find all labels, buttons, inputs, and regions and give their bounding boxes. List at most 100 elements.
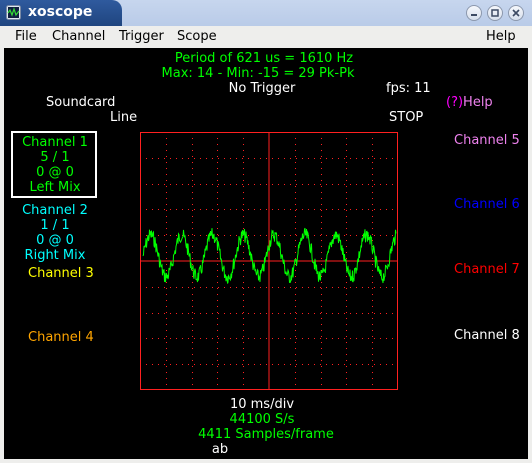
scope-display[interactable]: Period of 621 us = 1610 Hz Max: 14 - Min… [4,48,528,459]
grid-dot [194,158,195,159]
grid-dot [321,204,322,205]
menu-channel[interactable]: Channel [52,29,105,44]
run-state-button[interactable]: STOP [389,110,423,125]
grid-dot [224,235,225,236]
channel-5-label[interactable]: Channel 5 [454,133,520,148]
grid-dot [217,138,218,139]
grid-dot [152,338,153,339]
grid-dot [321,228,322,229]
input-mode[interactable]: Line [110,110,137,125]
menu-trigger[interactable]: Trigger [119,29,164,44]
grid-dot [170,287,171,288]
grid-dot [386,364,387,365]
grid-dot [321,168,322,169]
help-link[interactable]: (?)Help [446,95,493,110]
channel-7-label[interactable]: Channel 7 [454,262,520,277]
grid-dot [380,184,381,185]
grid-dot [295,252,296,253]
graticule[interactable] [140,132,398,390]
input-source[interactable]: Soundcard [46,95,115,110]
channel-6-label[interactable]: Channel 6 [454,197,520,212]
grid-dot [170,158,171,159]
grid-dot [302,287,303,288]
grid-dot [266,364,267,365]
grid-dot [374,287,375,288]
grid-dot [192,318,193,319]
grid-dot [217,168,218,169]
grid-dot [224,184,225,185]
grid-dot [321,180,322,181]
channel-3-label[interactable]: Channel 3 [28,266,94,281]
app-icon [6,5,21,20]
grid-dot [278,338,279,339]
grid-dot [295,144,296,145]
grid-dot [192,300,193,301]
grid-dot [332,158,333,159]
grid-dot [217,312,218,313]
sample-rate-readout[interactable]: 44100 S/s [230,412,295,427]
grid-dot [224,287,225,288]
grid-dot [372,336,373,337]
grid-dot [362,313,363,314]
grid-dot [290,287,291,288]
grid-dot [230,364,231,365]
grid-dot [192,330,193,331]
grid-dot [200,235,201,236]
samples-per-frame-readout[interactable]: 4411 Samples/frame [198,427,334,442]
grid-dot [217,282,218,283]
grid-dot [346,162,347,163]
channel-4-label[interactable]: Channel 4 [28,330,94,345]
maximize-button[interactable] [487,5,503,21]
timebase-readout[interactable]: 10 ms/div [230,397,294,412]
menu-file[interactable]: File [15,29,37,44]
title-bar[interactable]: xoscope [0,0,532,26]
grid-dot [260,209,261,210]
grid-dot [192,180,193,181]
help-word: Help [463,95,493,110]
grid-dot [321,144,322,145]
grid-dot [350,338,351,339]
grid-dot [243,222,244,223]
grid-dot [321,354,322,355]
close-button[interactable] [508,5,524,21]
grid-dot [308,184,309,185]
grid-dot [296,338,297,339]
grid-dot [321,210,322,211]
grid-dot [380,364,381,365]
grid-dot [386,338,387,339]
grid-dot [321,336,322,337]
grid-dot [321,342,322,343]
grid-dot [386,235,387,236]
grid-dot [192,294,193,295]
grid-dot [321,186,322,187]
grid-dot [217,378,218,379]
grid-dot [321,318,322,319]
grid-dot [295,294,296,295]
grid-dot [320,184,321,185]
grid-dot [314,209,315,210]
channel-8-label[interactable]: Channel 8 [454,328,520,343]
grid-dot [170,338,171,339]
grid-dot [188,235,189,236]
menu-scope[interactable]: Scope [177,29,217,44]
grid-dot [192,198,193,199]
grid-dot [332,235,333,236]
menu-help[interactable]: Help [486,29,516,44]
grid-dot [192,186,193,187]
grid-dot [192,384,193,385]
minimize-button[interactable] [466,5,482,21]
grid-dot [326,338,327,339]
channel-1-panel[interactable]: Channel 1 5 / 1 0 @ 0 Left Mix [10,135,100,195]
channel-2-panel[interactable]: Channel 2 1 / 1 0 @ 0 Right Mix [10,203,100,263]
grid-dot [243,228,244,229]
grid-dot [192,174,193,175]
grid-dot [166,192,167,193]
grid-dot [346,348,347,349]
title-tab[interactable]: xoscope [0,0,122,26]
grid-dot [254,313,255,314]
grid-dot [380,313,381,314]
grid-dot [217,294,218,295]
grid-dot [386,158,387,159]
grid-dot [260,338,261,339]
trigger-status: No Trigger [228,81,296,96]
